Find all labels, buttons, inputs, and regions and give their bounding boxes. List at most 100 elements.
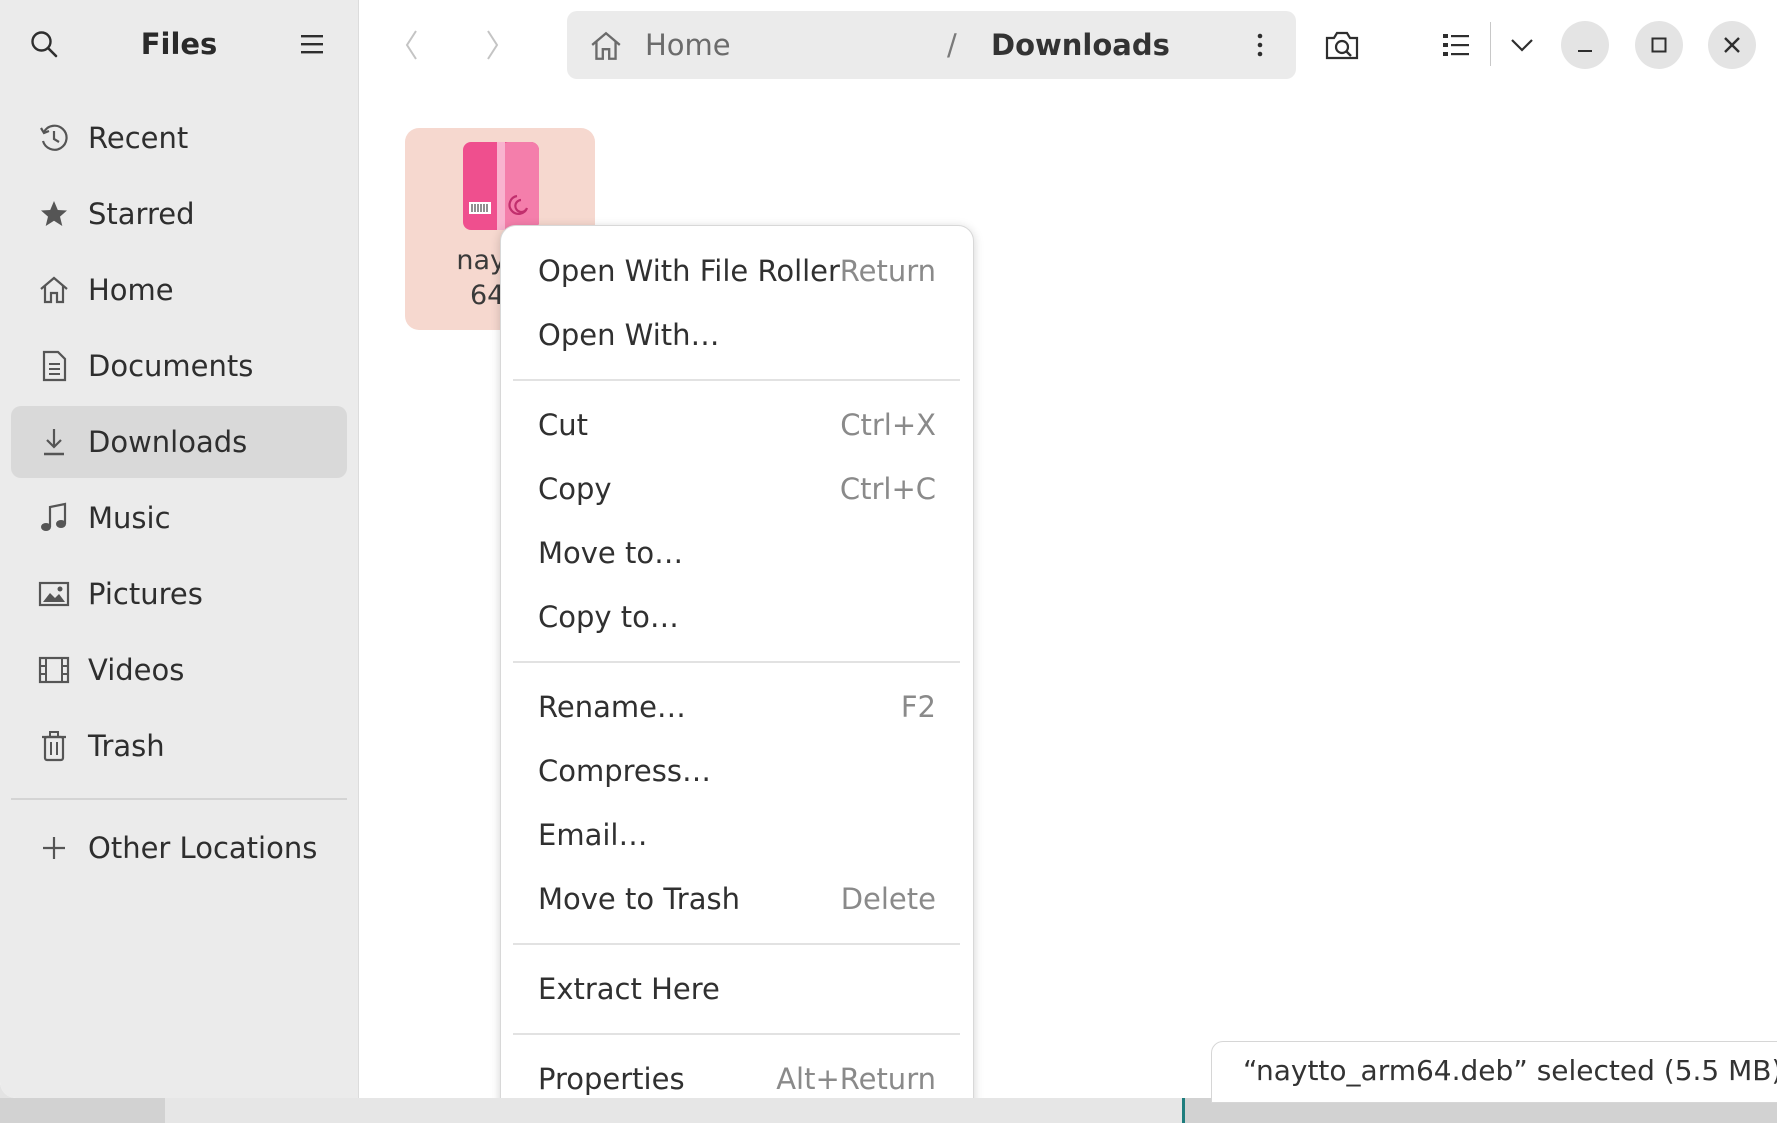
menu-item-label: Copy <box>538 472 612 506</box>
menu-item-open-with[interactable]: Open With… <box>501 303 973 367</box>
breadcrumb-separator: / <box>947 28 957 62</box>
sidebar-item-label: Downloads <box>88 425 248 459</box>
music-note-icon <box>38 502 70 534</box>
sidebar-item-label: Recent <box>88 121 189 155</box>
main-content: Home / Downloads Open With File Roller R… <box>359 0 1777 1098</box>
breadcrumb-current[interactable]: Downloads <box>991 11 1170 79</box>
vertical-dots-icon <box>1257 33 1263 57</box>
minimize-button[interactable] <box>1561 21 1609 69</box>
download-icon <box>38 426 70 458</box>
camera-search-icon <box>1325 31 1359 60</box>
chevron-left-icon <box>405 30 417 60</box>
film-icon <box>38 654 70 686</box>
list-view-button[interactable] <box>1431 20 1481 70</box>
menu-item-shortcut: Ctrl+X <box>840 408 936 442</box>
forward-button[interactable] <box>469 22 515 68</box>
sidebar-item-label: Other Locations <box>88 831 318 865</box>
menu-item-compress[interactable]: Compress… <box>501 739 973 803</box>
menu-item-label: Open With… <box>538 318 720 352</box>
menu-item-label: Move to… <box>538 536 684 570</box>
maximize-icon <box>1651 37 1667 53</box>
path-menu-button[interactable] <box>1238 23 1282 67</box>
home-icon <box>38 274 70 306</box>
trash-icon <box>38 730 70 762</box>
sidebar-item-label: Trash <box>88 729 165 763</box>
picture-icon <box>38 578 70 610</box>
menu-item-shortcut: Delete <box>840 882 936 916</box>
sidebar-item-documents[interactable]: Documents <box>11 330 347 402</box>
menu-item-shortcut: Alt+Return <box>776 1062 936 1096</box>
menu-item-extract-here[interactable]: Extract Here <box>501 957 973 1021</box>
menu-item-label: Email… <box>538 818 648 852</box>
sidebar-item-downloads[interactable]: Downloads <box>11 406 347 478</box>
sidebar-item-starred[interactable]: Starred <box>11 178 347 250</box>
star-icon <box>38 198 70 230</box>
menu-item-shortcut: F2 <box>900 690 936 724</box>
menu-item-label: Compress… <box>538 754 711 788</box>
sidebar-item-label: Documents <box>88 349 254 383</box>
menu-item-move-to[interactable]: Move to… <box>501 521 973 585</box>
toolbar-divider <box>1490 22 1491 66</box>
menu-item-label: Cut <box>538 408 588 442</box>
sidebar-item-home[interactable]: Home <box>11 254 347 326</box>
menu-item-cut[interactable]: Cut Ctrl+X <box>501 393 973 457</box>
background-window-edge <box>1182 1098 1185 1123</box>
sidebar-header: Files <box>0 0 358 90</box>
menu-separator <box>513 943 960 945</box>
chevron-down-icon <box>1511 39 1533 52</box>
sidebar-item-videos[interactable]: Videos <box>11 634 347 706</box>
maximize-button[interactable] <box>1635 21 1683 69</box>
plus-icon <box>38 832 70 864</box>
sidebar-item-label: Music <box>88 501 171 535</box>
menu-separator <box>513 1033 960 1035</box>
menu-item-shortcut: Return <box>839 254 936 288</box>
close-button[interactable] <box>1708 21 1756 69</box>
menu-item-label: Move to Trash <box>538 882 740 916</box>
sidebar: Files Recent Starred Home Documents Down… <box>0 0 359 1098</box>
search-location-button[interactable] <box>1317 20 1367 70</box>
clock-icon <box>38 122 70 154</box>
sidebar-item-label: Pictures <box>88 577 203 611</box>
menu-item-shortcut: Ctrl+C <box>839 472 936 506</box>
home-icon <box>589 29 623 63</box>
menu-item-label: Extract Here <box>538 972 720 1006</box>
menu-separator <box>513 379 960 381</box>
hamburger-menu-icon <box>301 35 323 54</box>
menu-item-email[interactable]: Email… <box>501 803 973 867</box>
menu-separator <box>513 661 960 663</box>
sidebar-item-label: Home <box>88 273 174 307</box>
background-window <box>165 1098 1185 1123</box>
close-icon <box>1724 37 1740 53</box>
deb-package-icon <box>461 140 541 232</box>
sidebar-item-label: Videos <box>88 653 185 687</box>
status-text: “naytto_arm64.deb” selected (5.5 MB) <box>1243 1054 1777 1087</box>
main-menu-button[interactable] <box>290 22 334 66</box>
menu-item-label: Copy to… <box>538 600 679 634</box>
sidebar-item-label: Starred <box>88 197 195 231</box>
sidebar-item-pictures[interactable]: Pictures <box>11 558 347 630</box>
sidebar-divider <box>11 798 347 800</box>
breadcrumb-home[interactable]: Home <box>645 11 731 79</box>
menu-item-rename[interactable]: Rename… F2 <box>501 675 973 739</box>
sidebar-item-music[interactable]: Music <box>11 482 347 554</box>
menu-item-move-to-trash[interactable]: Move to Trash Delete <box>501 867 973 931</box>
files-window: Files Recent Starred Home Documents Down… <box>0 0 1777 1098</box>
sidebar-item-trash[interactable]: Trash <box>11 710 347 782</box>
menu-item-open-with-file-roller[interactable]: Open With File Roller Return <box>501 239 973 303</box>
menu-item-label: Rename… <box>538 690 686 724</box>
sidebar-item-other-locations[interactable]: Other Locations <box>11 812 347 884</box>
sidebar-item-recent[interactable]: Recent <box>11 102 347 174</box>
menu-item-copy[interactable]: Copy Ctrl+C <box>501 457 973 521</box>
context-menu: Open With File Roller Return Open With… … <box>500 225 974 1098</box>
document-icon <box>38 350 70 382</box>
list-view-icon <box>1443 34 1469 56</box>
menu-item-properties[interactable]: Properties Alt+Return <box>501 1047 973 1098</box>
menu-item-label: Properties <box>538 1062 685 1096</box>
menu-item-label: Open With File Roller <box>538 254 840 288</box>
view-options-button[interactable] <box>1497 20 1547 70</box>
path-bar: Home / Downloads <box>567 11 1296 79</box>
minimize-icon <box>1578 50 1592 52</box>
back-button[interactable] <box>389 22 435 68</box>
selection-status-bar: “naytto_arm64.deb” selected (5.5 MB) <box>1211 1041 1777 1103</box>
menu-item-copy-to[interactable]: Copy to… <box>501 585 973 649</box>
